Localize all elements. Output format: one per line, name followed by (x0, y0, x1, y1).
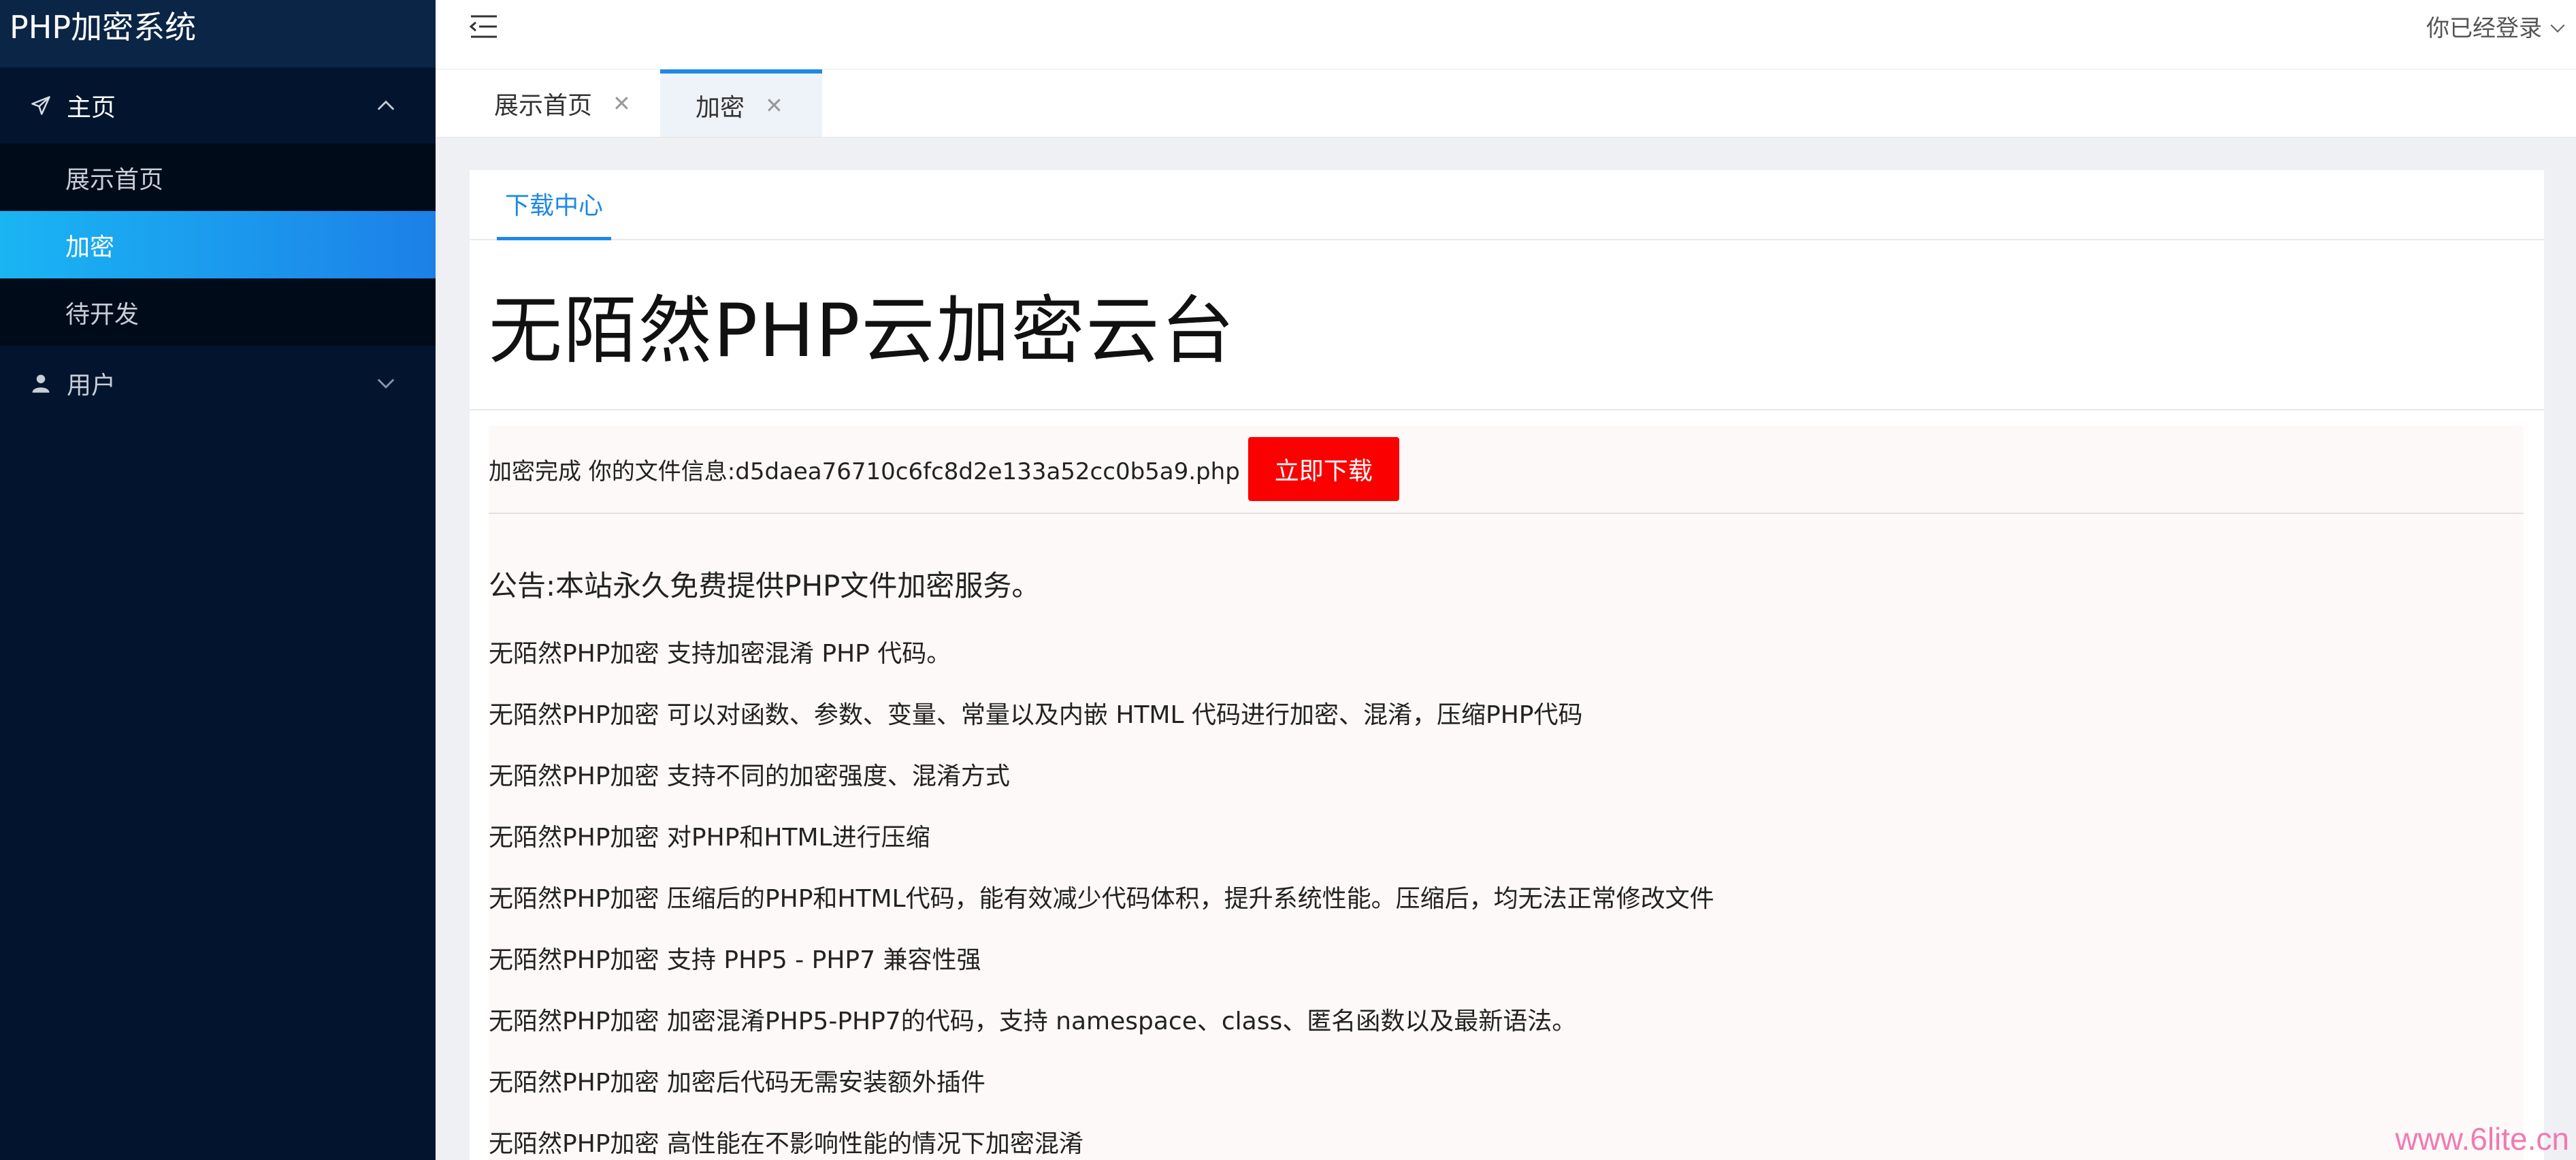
content-card: 下载中心 无陌然PHP云加密云台 加密完成 你的文件信息:d5daea76710… (470, 170, 2544, 1160)
top-bar: 你已经登录 (436, 0, 2576, 69)
app-title: PHP加密系统 (0, 0, 436, 67)
result-panel: 加密完成 你的文件信息:d5daea76710c6fc8d2e133a52cc0… (489, 425, 2524, 1160)
menu-collapse-icon[interactable] (468, 12, 500, 41)
chevron-up-icon (376, 94, 396, 118)
close-icon[interactable]: ✕ (765, 93, 783, 118)
tab-download-center[interactable]: 下载中心 (497, 170, 612, 240)
tab-encrypt[interactable]: 加密 ✕ (660, 69, 822, 137)
sidebar-menu-user[interactable]: 用户 (0, 346, 436, 421)
tab-bar: 展示首页 ✕ 加密 ✕ (436, 69, 2576, 138)
login-status-dropdown[interactable]: 你已经登录 (2426, 10, 2566, 43)
sidebar-menu-home[interactable]: 主页 (0, 67, 436, 144)
feature-item: 无陌然PHP加密 压缩后的PHP和HTML代码，能有效减少代码体积，提升系统性能… (489, 885, 1714, 913)
feature-item: 无陌然PHP加密 可以对函数、参数、变量、常量以及内嵌 HTML 代码进行加密、… (489, 701, 1583, 729)
sidebar-item-pending[interactable]: 待开发 (0, 278, 436, 346)
sidebar-submenu-home: 展示首页 加密 待开发 (0, 144, 436, 346)
feature-item: 无陌然PHP加密 对PHP和HTML进行压缩 (489, 824, 930, 852)
feature-item: 无陌然PHP加密 支持加密混淆 PHP 代码。 (489, 640, 951, 668)
close-icon[interactable]: ✕ (613, 91, 631, 116)
sidebar-item-showcase[interactable]: 展示首页 (0, 144, 436, 211)
login-status-label: 你已经登录 (2426, 15, 2542, 42)
tab-showcase[interactable]: 展示首页 ✕ (494, 69, 631, 137)
result-text: 加密完成 你的文件信息:d5daea76710c6fc8d2e133a52cc0… (489, 457, 1240, 485)
sidebar-menu-user-label: 用户 (67, 372, 116, 400)
result-row: 加密完成 你的文件信息:d5daea76710c6fc8d2e133a52cc0… (489, 425, 2524, 514)
title-area: 无陌然PHP云加密云台 (470, 240, 2544, 410)
chevron-down-icon (376, 372, 396, 396)
download-button[interactable]: 立即下载 (1248, 437, 1399, 501)
user-icon (25, 373, 57, 393)
paper-plane-icon (25, 95, 57, 116)
page-title: 无陌然PHP云加密云台 (489, 289, 1236, 374)
tab-encrypt-label: 加密 (696, 93, 745, 122)
feature-item: 无陌然PHP加密 加密混淆PHP5-PHP7的代码，支持 namespace、c… (489, 1008, 1577, 1035)
feature-item: 无陌然PHP加密 支持不同的加密强度、混淆方式 (489, 762, 1010, 790)
chevron-down-icon (2549, 13, 2566, 40)
sub-tab-row: 下载中心 (470, 170, 2544, 240)
sidebar-item-encrypt[interactable]: 加密 (0, 211, 436, 278)
feature-item: 无陌然PHP加密 加密后代码无需安装额外插件 (489, 1069, 985, 1097)
sidebar: PHP加密系统 主页 展示首页 加密 待开发 用户 (0, 0, 436, 1160)
feature-item: 无陌然PHP加密 高性能在不影响性能的情况下加密混淆 (489, 1130, 1083, 1158)
notice-text: 公告:本站永久免费提供PHP文件加密服务。 (489, 569, 1041, 602)
feature-item: 无陌然PHP加密 支持 PHP5 - PHP7 兼容性强 (489, 946, 981, 974)
tab-showcase-label: 展示首页 (494, 91, 593, 120)
feature-list: 无陌然PHP加密 支持加密混淆 PHP 代码。 无陌然PHP加密 可以对函数、参… (489, 624, 2524, 1160)
watermark: www.6lite.cn (2395, 1121, 2569, 1157)
sidebar-menu-home-label: 主页 (67, 94, 116, 122)
